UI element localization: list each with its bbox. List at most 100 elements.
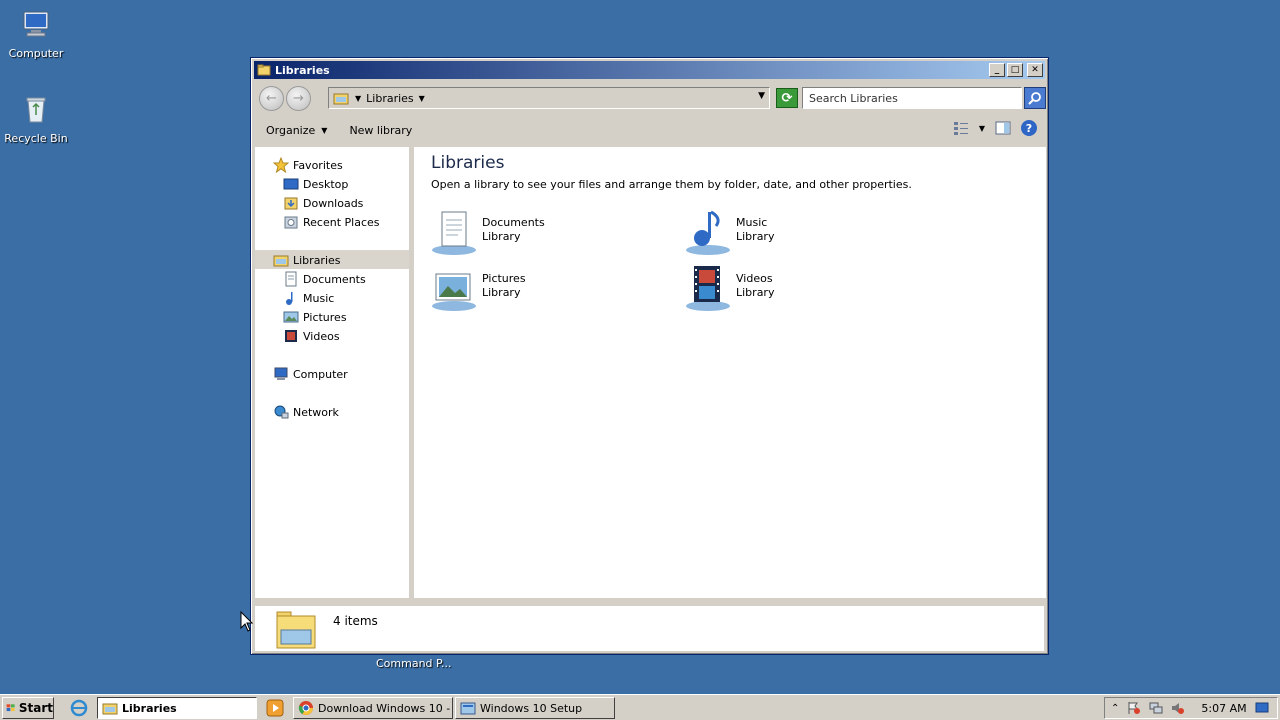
desktop-icon	[283, 178, 299, 190]
nav-label: Videos	[303, 329, 340, 343]
desktop-icon-command-prompt-label[interactable]: Command P...	[376, 657, 451, 670]
command-bar: Organize ▼ New library ▼ ?	[254, 116, 1045, 144]
nav-item-desktop[interactable]: Desktop	[283, 175, 348, 193]
volume-muted-icon[interactable]	[1171, 701, 1185, 715]
task-label: Windows 10 Setup	[480, 701, 583, 715]
action-center-icon[interactable]	[1127, 701, 1141, 715]
media-player-icon[interactable]	[266, 699, 284, 717]
nav-item-recent-places[interactable]: Recent Places	[283, 213, 380, 231]
downloads-icon	[284, 197, 298, 210]
task-label: Download Windows 10 - ...	[318, 701, 453, 715]
help-icon[interactable]: ?	[1021, 120, 1037, 136]
change-view-icon[interactable]	[953, 121, 969, 135]
nav-label: Libraries	[293, 253, 341, 267]
start-button[interactable]: Start	[2, 697, 54, 719]
star-icon	[273, 157, 289, 173]
breadcrumb-chevron-icon[interactable]: ▼	[419, 94, 425, 103]
nav-label: Pictures	[303, 310, 347, 324]
nav-item-favorites[interactable]: Favorites	[273, 156, 343, 174]
computer-icon	[274, 367, 288, 380]
library-name: Videos	[736, 272, 773, 285]
address-field[interactable]: ▼ Libraries ▼ ▼	[328, 87, 770, 109]
library-name: Music	[736, 216, 768, 229]
nav-item-documents[interactable]: Documents	[283, 270, 366, 288]
pictures-icon	[283, 311, 299, 323]
task-libraries[interactable]: Libraries	[97, 697, 257, 719]
forward-button[interactable]: →	[286, 85, 311, 111]
new-library-button[interactable]: New library	[337, 118, 422, 142]
nav-item-libraries[interactable]: Libraries	[273, 251, 341, 269]
nav-item-videos[interactable]: Videos	[283, 327, 340, 345]
library-item-music[interactable]: Music Library	[684, 208, 774, 258]
breadcrumb-chevron-icon[interactable]: ▼	[355, 94, 361, 103]
search-icon	[1028, 92, 1041, 105]
forward-arrow-icon: →	[293, 90, 304, 106]
back-arrow-icon: ←	[266, 90, 277, 106]
breadcrumb-libraries[interactable]: Libraries	[366, 92, 414, 105]
content-pane: Libraries Open a library to see your fil…	[414, 147, 1046, 598]
library-type: Library	[482, 286, 521, 299]
nav-label: Desktop	[303, 177, 349, 191]
task-download-windows-10[interactable]: Download Windows 10 - ...	[293, 697, 453, 719]
library-item-videos[interactable]: Videos Library	[684, 264, 774, 314]
window-title: Libraries	[275, 63, 330, 77]
preview-pane-icon[interactable]	[995, 121, 1011, 135]
organize-button[interactable]: Organize ▼	[254, 118, 337, 142]
window-controls: _ □ ✕	[989, 63, 1043, 77]
recycle-bin-icon	[26, 97, 46, 123]
internet-explorer-icon[interactable]	[70, 699, 88, 717]
search-placeholder: Search Libraries	[809, 91, 898, 105]
nav-label: Recent Places	[303, 215, 380, 229]
chrome-icon	[298, 701, 313, 715]
window-titlebar[interactable]: Libraries _ □ ✕	[254, 61, 1045, 79]
desktop-icon-recycle-bin[interactable]: Recycle Bin	[0, 93, 72, 145]
music-icon	[286, 292, 293, 305]
view-options-chevron-icon[interactable]: ▼	[979, 124, 985, 133]
taskbar: Start Libraries Download Windows 10 - ..…	[0, 694, 1280, 720]
library-item-pictures[interactable]: Pictures Library	[430, 264, 526, 314]
nav-label: Downloads	[303, 196, 364, 210]
computer-icon	[23, 11, 49, 37]
back-button[interactable]: ←	[259, 85, 284, 111]
nav-item-network[interactable]: Network	[273, 403, 339, 421]
show-hidden-icons-icon[interactable]: ⌃	[1111, 703, 1119, 714]
nav-item-downloads[interactable]: Downloads	[283, 194, 363, 212]
desktop-icon-computer[interactable]: Computer	[0, 8, 72, 60]
address-dropdown-icon[interactable]: ▼	[758, 91, 765, 101]
page-subtitle: Open a library to see your files and arr…	[431, 178, 912, 191]
nav-label: Favorites	[293, 158, 343, 172]
show-desktop-icon[interactable]	[1255, 701, 1269, 715]
library-name: Documents	[482, 216, 545, 229]
navigation-pane: Favorites Desktop Downloads Recent Place…	[255, 147, 412, 598]
nav-label: Network	[293, 405, 339, 419]
documents-library-icon	[432, 211, 476, 255]
library-type: Library	[736, 286, 775, 299]
nav-item-music[interactable]: Music	[283, 289, 334, 307]
music-library-icon	[686, 210, 730, 255]
nav-label: Computer	[293, 367, 348, 381]
libraries-icon	[102, 703, 118, 715]
organize-label: Organize	[266, 123, 316, 137]
recent-places-icon	[284, 216, 298, 229]
clock[interactable]: 5:07 AM	[1201, 702, 1246, 715]
task-windows-10-setup[interactable]: Windows 10 Setup	[455, 697, 615, 719]
refresh-button[interactable]: ⟳	[776, 88, 798, 108]
page-title: Libraries	[431, 153, 505, 173]
libraries-folder-icon	[276, 611, 316, 649]
details-pane: 4 items	[255, 603, 1044, 651]
documents-icon	[285, 271, 297, 287]
minimize-button[interactable]: _	[989, 63, 1005, 77]
videos-library-icon	[686, 266, 730, 311]
nav-item-computer[interactable]: Computer	[273, 365, 348, 383]
setup-icon	[460, 702, 476, 715]
library-item-documents[interactable]: Documents Library	[430, 208, 545, 258]
search-input[interactable]: Search Libraries	[802, 87, 1022, 109]
maximize-button[interactable]: □	[1007, 63, 1023, 77]
start-label: Start	[18, 701, 53, 715]
nav-item-pictures[interactable]: Pictures	[283, 308, 347, 326]
videos-icon	[285, 330, 297, 342]
network-tray-icon[interactable]	[1149, 701, 1163, 715]
search-button[interactable]	[1024, 87, 1046, 109]
close-button[interactable]: ✕	[1027, 63, 1043, 77]
explorer-window: Libraries _ □ ✕ ← → ▼ Libraries ▼ ▼ ⟳ Se…	[250, 57, 1049, 655]
